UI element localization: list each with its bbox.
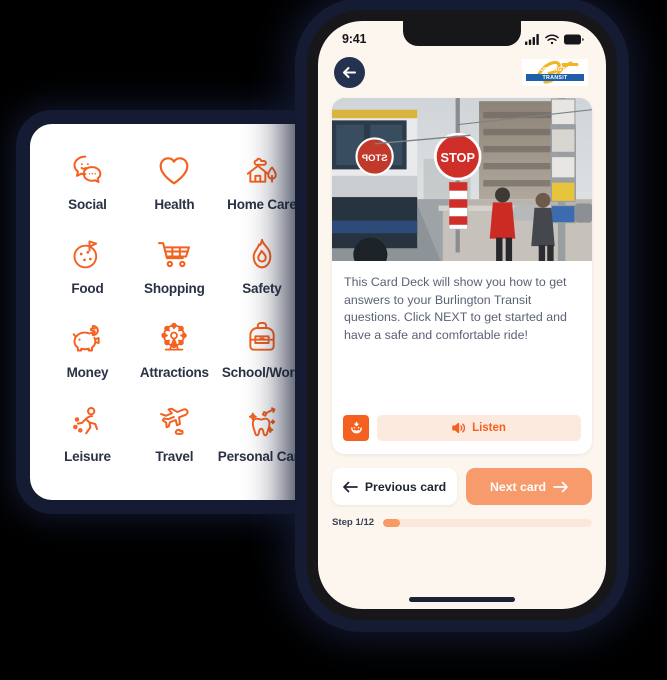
category-label: Travel (155, 449, 194, 464)
progress-fill (383, 518, 400, 527)
photo-illustration: STOP STOP (332, 98, 592, 261)
next-card-label: Next card (489, 479, 547, 494)
category-grid-card: Social Health Home Care Food Shopping Sa… (30, 124, 320, 500)
category-item-safety[interactable]: Safety (218, 234, 306, 318)
listen-row: Listen (332, 411, 592, 454)
phone-mockup: 9:41 BURLINGTON TRANSIT STOP STOP This C… (307, 10, 617, 620)
phone-screen: 9:41 BURLINGTON TRANSIT STOP STOP This C… (318, 21, 606, 609)
category-label: Safety (242, 281, 282, 296)
tooth-brush-icon (248, 407, 276, 437)
step-label: Step 1/12 (332, 517, 375, 528)
arrow-left-icon (343, 67, 356, 78)
category-item-food[interactable]: Food (44, 234, 131, 318)
category-label: Home Care (227, 197, 297, 212)
svg-text:STOP: STOP (361, 153, 388, 164)
category-item-shopping[interactable]: Shopping (131, 234, 218, 318)
speech-bubbles-icon (73, 155, 102, 183)
card-deck-card: STOP STOP This Card Deck will show you h… (332, 98, 592, 454)
status-time: 9:41 (342, 32, 367, 46)
progress-track[interactable] (383, 518, 592, 527)
house-tree-icon (246, 157, 277, 183)
next-card-button[interactable]: Next card (466, 468, 592, 505)
previous-card-label: Previous card (364, 479, 447, 494)
category-item-personal-care[interactable]: Personal Care (218, 402, 306, 486)
bus-at-stop-photo: STOP STOP (332, 98, 592, 261)
airplane-icon (160, 407, 189, 435)
category-label: Money (66, 365, 109, 380)
accessibility-face-icon-button[interactable] (343, 415, 369, 441)
card-navigation: Previous card Next card (318, 454, 606, 505)
category-label: Personal Care (217, 449, 306, 464)
svg-text:STOP: STOP (440, 150, 475, 165)
heart-icon (159, 157, 189, 185)
previous-card-button[interactable]: Previous card (332, 468, 457, 505)
category-item-home-care[interactable]: Home Care (218, 150, 306, 234)
backpack-icon (249, 322, 275, 351)
card-body-text: This Card Deck will show you how to get … (344, 275, 567, 342)
category-item-leisure[interactable]: Leisure (44, 402, 131, 486)
running-person-icon (73, 406, 99, 435)
arrow-right-icon (553, 481, 568, 492)
category-item-attractions[interactable]: Attractions (131, 318, 218, 402)
piggy-bank-icon (73, 324, 101, 352)
flame-icon (252, 238, 272, 269)
progress-row: Step 1/12 (318, 505, 606, 528)
category-label: Leisure (64, 449, 111, 464)
app-header: BURLINGTON TRANSIT (318, 51, 606, 96)
wifi-icon (545, 34, 559, 44)
category-grid: Social Health Home Care Food Shopping Sa… (44, 150, 306, 486)
accessibility-face-icon (350, 421, 362, 433)
category-item-health[interactable]: Health (131, 150, 218, 234)
arrow-left-icon (342, 481, 358, 492)
category-label: Food (71, 281, 104, 296)
category-label: Social (68, 197, 107, 212)
shopping-cart-icon (158, 242, 191, 268)
composition-root: Social Health Home Care Food Shopping Sa… (0, 0, 667, 680)
battery-icon (564, 34, 584, 44)
back-button[interactable] (334, 57, 365, 88)
logo-text: BURLINGTON TRANSIT (535, 66, 575, 81)
listen-label: Listen (472, 422, 506, 434)
home-indicator (409, 597, 515, 602)
listen-button[interactable]: Listen (377, 415, 581, 441)
pizza-icon (73, 240, 98, 269)
phone-notch (403, 21, 521, 46)
category-item-money[interactable]: Money (44, 318, 131, 402)
signal-bars-icon (525, 33, 539, 45)
category-item-school-work[interactable]: School/Work (218, 318, 306, 402)
category-item-social[interactable]: Social (44, 150, 131, 234)
category-label: Health (154, 197, 195, 212)
category-label: Shopping (144, 281, 205, 296)
category-label: School/Work (221, 365, 302, 380)
status-icons (525, 33, 584, 45)
burlington-transit-logo: BURLINGTON TRANSIT (522, 59, 588, 86)
speaker-icon (452, 422, 466, 434)
ferris-wheel-icon (161, 322, 188, 351)
category-item-travel[interactable]: Travel (131, 402, 218, 486)
category-label: Attractions (139, 365, 209, 380)
